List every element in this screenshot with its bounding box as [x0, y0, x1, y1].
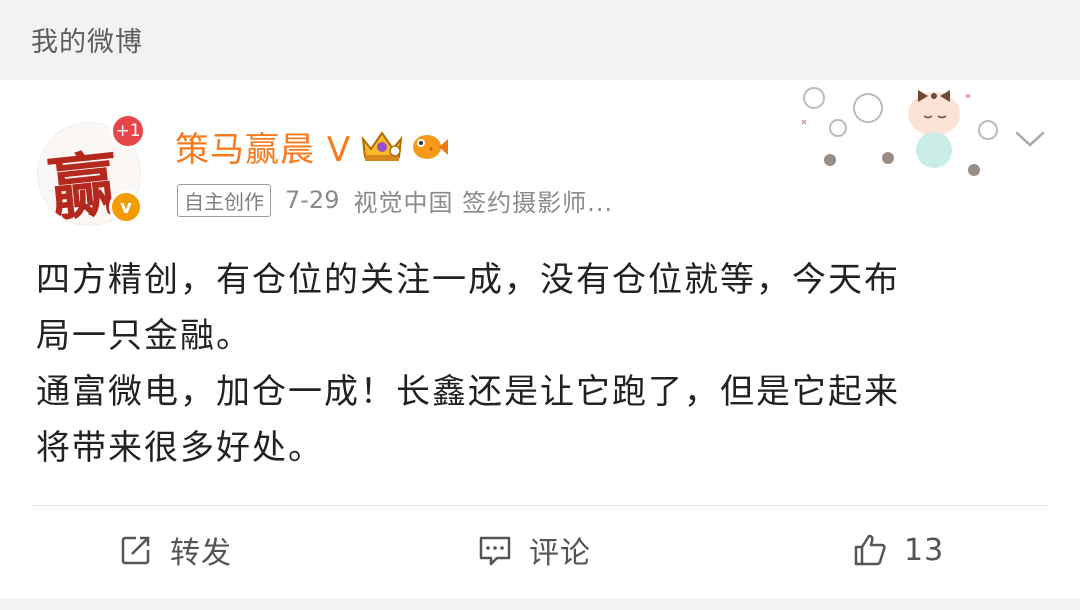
post-text-line: 四方精创，有仓位的关注一成，没有仓位就等，今天布 — [36, 260, 900, 300]
page-title: 我的微博 — [31, 26, 143, 58]
post-text-line: 局一只金融。 — [36, 316, 252, 356]
bottom-separator — [0, 598, 1080, 610]
post-meta: 自主创作 7-29 视觉中国 签约摄影师... — [177, 183, 613, 217]
like-button[interactable]: 13 — [852, 528, 944, 572]
repost-button[interactable]: 转发 — [118, 528, 232, 572]
new-count-badge: +1 — [110, 113, 146, 149]
comment-icon — [479, 536, 511, 566]
post-text: 四方精创，有仓位的关注一成，没有仓位就等，今天布 局一只金融。 通富微电，加仓一… — [36, 252, 1046, 476]
thumbs-up-icon — [854, 534, 886, 566]
post-date: 7-29 — [285, 186, 340, 214]
crown-icon — [361, 131, 403, 161]
like-count: 13 — [904, 532, 945, 568]
weibo-post-card[interactable]: 赢 +1 v 策马赢晨 V 自主创作 7-29 视觉中国 签约摄影师... 四方… — [0, 80, 1080, 598]
action-divider — [32, 505, 1048, 506]
card-decoration-illustration — [801, 87, 998, 176]
post-text-line: 将带来很多好处。 — [36, 428, 324, 468]
comment-label: 评论 — [529, 536, 591, 571]
top-bar: 我的微博 — [0, 0, 1080, 78]
comment-button[interactable]: 评论 — [477, 528, 591, 572]
repost-label: 转发 — [170, 536, 232, 571]
pufferfish-icon — [413, 135, 449, 159]
username-row: 策马赢晨 V — [175, 122, 449, 171]
username[interactable]: 策马赢晨 V — [175, 122, 351, 171]
original-tag: 自主创作 — [177, 183, 271, 217]
repost-icon — [121, 536, 150, 565]
post-source: 视觉中国 签约摄影师... — [353, 188, 613, 217]
post-text-line: 通富微电，加仓一成！长鑫还是让它跑了，但是它起来 — [36, 372, 900, 412]
chevron-down-icon[interactable] — [1013, 124, 1047, 154]
verified-badge: v — [109, 190, 143, 224]
